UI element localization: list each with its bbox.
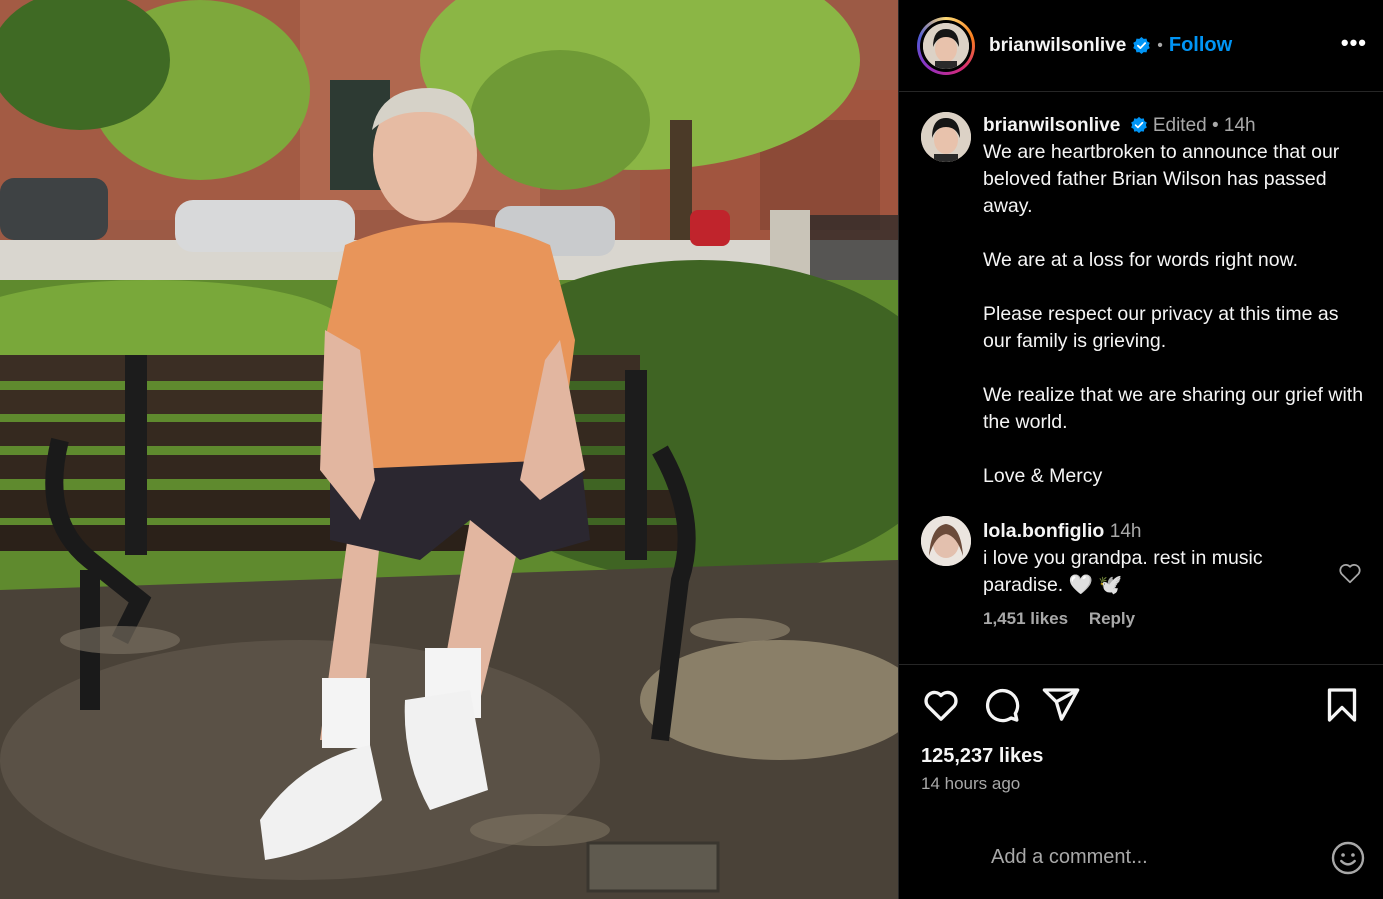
caption-separator: • xyxy=(1211,115,1219,136)
post-header: brianwilsonlive • Follow ••• xyxy=(899,0,1383,92)
caption-meta: brianwilsonlive Edited • 14h xyxy=(983,112,1365,139)
caption-text: We are heartbroken to announce that our … xyxy=(983,141,1364,487)
reply-button[interactable]: Reply xyxy=(1089,609,1135,628)
action-icons xyxy=(921,685,1362,725)
comment-time[interactable]: 14h xyxy=(1110,521,1142,542)
verified-icon xyxy=(1130,116,1147,134)
share-icon[interactable] xyxy=(1041,685,1081,725)
caption-avatar[interactable] xyxy=(921,112,971,162)
edited-label: Edited xyxy=(1152,115,1207,136)
comment-item: lola.bonfiglio 14h i love you grandpa. r… xyxy=(899,490,1383,629)
photo-illustration xyxy=(0,0,898,899)
caption-time[interactable]: 14h xyxy=(1224,115,1256,136)
story-ring[interactable] xyxy=(917,16,975,75)
comment-likes[interactable]: 1,451 likes xyxy=(983,609,1068,628)
post-actions: 125,237 likes 14 hours ago xyxy=(899,664,1383,794)
caption-username[interactable]: brianwilsonlive xyxy=(983,115,1120,136)
verified-icon xyxy=(1133,36,1151,55)
follow-button[interactable]: Follow xyxy=(1169,34,1232,57)
emoji-icon[interactable] xyxy=(1330,840,1366,876)
author-username[interactable]: brianwilsonlive xyxy=(989,35,1126,57)
add-comment-bar xyxy=(899,816,1383,899)
comment-body: lola.bonfiglio 14h i love you grandpa. r… xyxy=(983,518,1313,599)
comment-heart-icon[interactable] xyxy=(1337,560,1363,586)
more-options-icon[interactable]: ••• xyxy=(1341,30,1367,56)
header-separator: • xyxy=(1157,36,1163,54)
bookmark-icon[interactable] xyxy=(1322,685,1362,725)
comment-icon[interactable] xyxy=(981,685,1021,725)
post-side-panel: brianwilsonlive • Follow ••• brianwilson… xyxy=(898,0,1383,899)
post-caption: brianwilsonlive Edited • 14h We are hear… xyxy=(899,92,1383,490)
post-photo[interactable] xyxy=(0,0,898,899)
comment-actions: 1,451 likes Reply xyxy=(983,609,1365,629)
comment-input[interactable] xyxy=(991,846,1330,869)
likes-count[interactable]: 125,237 likes xyxy=(921,745,1362,768)
author-avatar xyxy=(923,22,969,69)
post-timestamp[interactable]: 14 hours ago xyxy=(921,774,1362,794)
heart-icon[interactable] xyxy=(921,685,961,725)
commenter-avatar[interactable] xyxy=(921,516,971,566)
instagram-post-view: brianwilsonlive • Follow ••• brianwilson… xyxy=(0,0,1383,899)
comment-text: i love you grandpa. rest in music paradi… xyxy=(983,547,1263,596)
commenter-username[interactable]: lola.bonfiglio xyxy=(983,520,1104,542)
